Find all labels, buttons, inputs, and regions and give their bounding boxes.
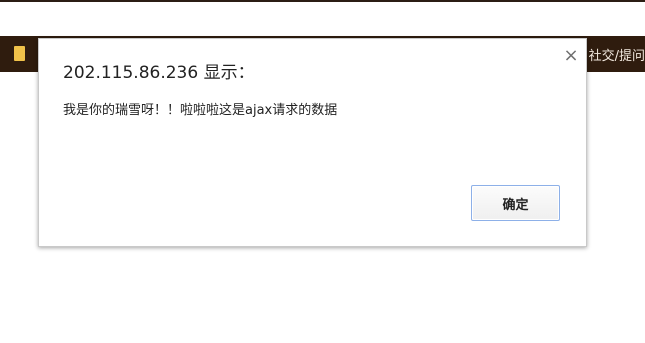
dialog-message: 我是你的瑞雪呀！！啦啦啦这是ajax请求的数据 — [63, 103, 338, 118]
top-divider — [0, 0, 645, 2]
alert-dialog: 202.115.86.236 显示： × 我是你的瑞雪呀！！啦啦啦这是ajax请… — [38, 38, 587, 247]
nav-link-text[interactable]: 社交/提问 — [589, 45, 645, 64]
close-icon[interactable]: × — [563, 47, 579, 65]
ok-button[interactable]: 确定 — [471, 185, 560, 221]
bookmark-icon — [14, 46, 25, 61]
browser-page: 社交/提问 202.115.86.236 显示： × 我是你的瑞雪呀！！啦啦啦这… — [0, 0, 645, 343]
dialog-title: 202.115.86.236 显示： — [63, 63, 255, 83]
